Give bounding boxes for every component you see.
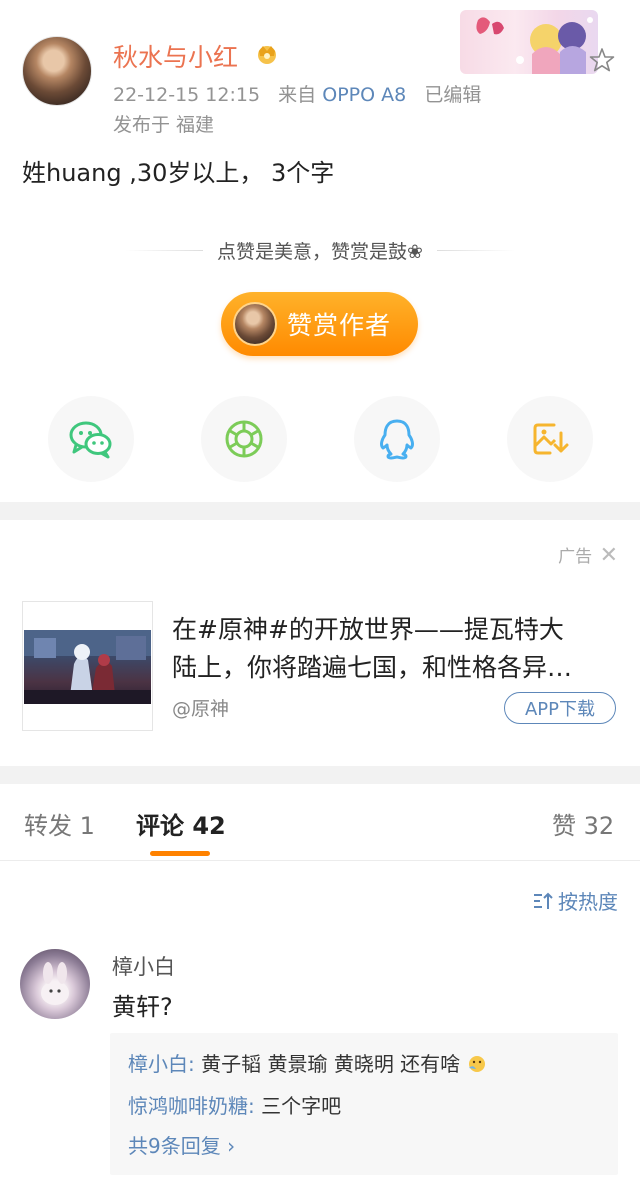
save-image-button[interactable] <box>507 396 593 482</box>
view-all-replies-link[interactable]: 共9条回复 › <box>128 1130 235 1159</box>
reply-author[interactable]: 樟小白: <box>128 1052 195 1076</box>
reply-author[interactable]: 惊鸿咖啡奶糖: <box>128 1094 255 1118</box>
reward-tip-text: 点赞是美意，赞赏是鼓❀ <box>217 240 423 263</box>
thinking-emoji-icon <box>468 1056 485 1072</box>
ad-label: 广告 <box>558 547 593 567</box>
close-icon[interactable]: ✕ <box>600 543 618 568</box>
author-avatar[interactable] <box>22 36 92 106</box>
moments-icon <box>225 420 263 458</box>
app-download-button[interactable]: APP下载 <box>504 692 616 724</box>
author-avatar-small <box>233 302 277 346</box>
comment-text: 黄轩? <box>112 993 173 1021</box>
ad-thumbnail[interactable] <box>22 601 153 731</box>
post-content: 姓huang ,30岁以上， 3个字 <box>22 159 335 187</box>
ad-thumbnail-image <box>24 630 151 704</box>
reward-tip: 点赞是美意，赞赏是鼓❀ <box>0 236 640 264</box>
share-wechat-button[interactable] <box>48 396 134 482</box>
author-name[interactable]: 秋水与小红 <box>113 38 238 74</box>
tab-likes[interactable]: 赞 32 <box>552 806 614 841</box>
favorite-star-icon[interactable] <box>588 46 616 74</box>
ad-title-line2[interactable]: 陆上，你将踏遍七国，和性格各异… <box>172 650 622 686</box>
post-timestamp: 22-12-15 12:15 <box>113 84 261 106</box>
post-meta: 22-12-15 12:15 来自 OPPO A8 已编辑 <box>113 80 481 107</box>
ad-title-line1[interactable]: 在#原神#的开放世界——提瓦特大 <box>172 612 622 648</box>
sort-by-hot-button[interactable]: 按热度 <box>532 886 618 915</box>
qq-icon <box>380 419 414 460</box>
reply-item[interactable]: 樟小白: 黄子韬 黄景瑜 黄晓明 还有啥 <box>128 1048 487 1077</box>
divider <box>0 860 640 861</box>
share-qq-button[interactable] <box>354 396 440 482</box>
reward-button-label: 赞赏作者 <box>287 311 392 340</box>
wechat-icon <box>69 421 112 459</box>
ad-tag[interactable]: 广告 ✕ <box>558 542 618 568</box>
divider <box>125 249 204 251</box>
post-edited: 已编辑 <box>424 84 482 106</box>
sort-icon <box>534 892 553 909</box>
post-location: 发布于 福建 <box>113 114 215 136</box>
reply-text: 三个字吧 <box>254 1094 342 1118</box>
reply-text: 黄子韬 黄景瑜 黄晓明 还有啥 <box>194 1052 461 1076</box>
post-device[interactable]: OPPO A8 <box>322 84 406 106</box>
post-card: 秋水与小红 22-12-15 12:15 来自 OPPO A8 已编辑 发布于 … <box>0 0 640 502</box>
tab-comments[interactable]: 评论 42 <box>136 806 226 841</box>
sort-label: 按热度 <box>558 890 618 914</box>
commenter-name[interactable]: 樟小白 <box>112 951 175 981</box>
divider <box>436 249 515 251</box>
tab-reposts[interactable]: 转发 1 <box>24 806 95 841</box>
active-tab-indicator <box>150 851 210 856</box>
crown-badge-icon <box>258 46 276 64</box>
commenter-avatar[interactable] <box>20 949 90 1019</box>
decoration-banner <box>460 10 598 74</box>
reward-author-button[interactable]: 赞赏作者 <box>221 292 418 356</box>
post-source-prefix: 来自 <box>278 84 317 106</box>
ad-source[interactable]: @原神 <box>172 694 229 721</box>
save-image-icon <box>533 423 569 455</box>
share-moments-button[interactable] <box>201 396 287 482</box>
reply-item[interactable]: 惊鸿咖啡奶糖: 三个字吧 <box>128 1090 341 1119</box>
